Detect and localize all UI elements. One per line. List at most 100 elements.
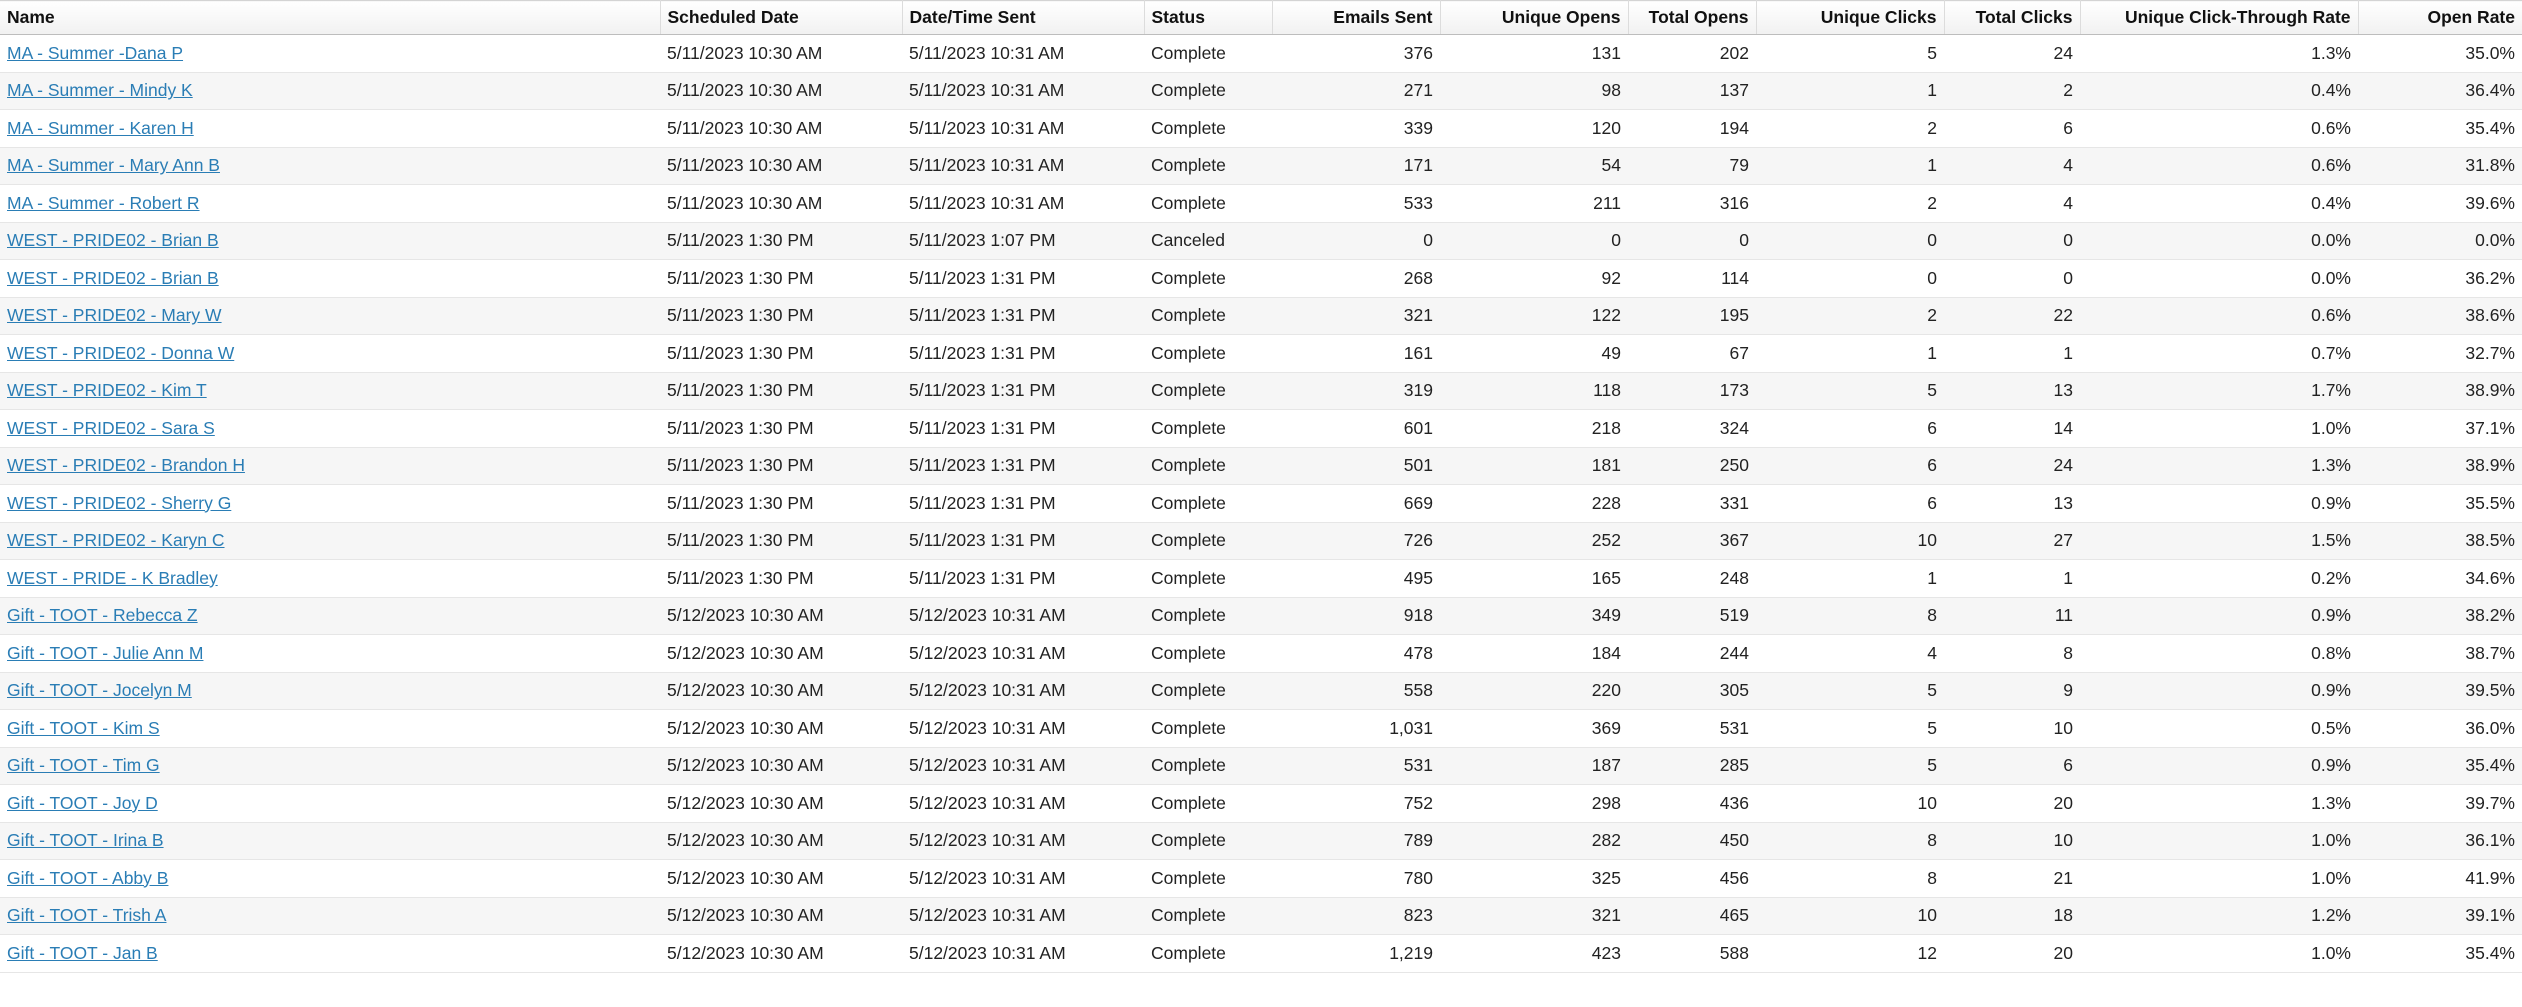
campaign-name-link[interactable]: MA - Summer - Mary Ann B bbox=[7, 155, 220, 175]
campaign-name-link[interactable]: WEST - PRIDE02 - Karyn C bbox=[7, 530, 225, 550]
cell-sent-at: 5/11/2023 1:31 PM bbox=[902, 297, 1144, 335]
cell-name: MA - Summer - Mary Ann B bbox=[0, 147, 660, 185]
cell-open-rate: 38.6% bbox=[2358, 297, 2522, 335]
campaign-name-link[interactable]: Gift - TOOT - Jan B bbox=[7, 943, 158, 963]
cell-unique-clicks: 10 bbox=[1756, 522, 1944, 560]
campaign-name-link[interactable]: WEST - PRIDE02 - Donna W bbox=[7, 343, 234, 363]
cell-open-rate: 39.5% bbox=[2358, 672, 2522, 710]
cell-open-rate: 36.2% bbox=[2358, 259, 2522, 298]
campaign-name-link[interactable]: WEST - PRIDE02 - Sherry G bbox=[7, 493, 231, 513]
cell-emails-sent: 376 bbox=[1272, 34, 1440, 73]
campaign-name-link[interactable]: WEST - PRIDE - K Bradley bbox=[7, 568, 218, 588]
cell-name: MA - Summer -Dana P bbox=[0, 34, 660, 73]
campaign-name-link[interactable]: WEST - PRIDE02 - Sara S bbox=[7, 418, 215, 438]
campaign-name-link[interactable]: Gift - TOOT - Irina B bbox=[7, 830, 164, 850]
column-header-total-clicks[interactable]: Total Clicks bbox=[1944, 0, 2081, 35]
cell-total-clicks: 24 bbox=[1944, 34, 2080, 73]
cell-scheduled: 5/11/2023 1:30 PM bbox=[660, 522, 902, 560]
campaign-name-link[interactable]: Gift - TOOT - Kim S bbox=[7, 718, 160, 738]
cell-emails-sent: 823 bbox=[1272, 897, 1440, 935]
cell-emails-sent: 171 bbox=[1272, 147, 1440, 185]
cell-unique-opens: 165 bbox=[1440, 559, 1628, 598]
campaign-name-link[interactable]: Gift - TOOT - Trish A bbox=[7, 905, 166, 925]
cell-name: MA - Summer - Mindy K bbox=[0, 72, 660, 110]
cell-unique-opens: 211 bbox=[1440, 184, 1628, 223]
campaign-name-link[interactable]: WEST - PRIDE02 - Brandon H bbox=[7, 455, 245, 475]
cell-total-clicks: 6 bbox=[1944, 109, 2080, 148]
cell-unique-opens: 369 bbox=[1440, 709, 1628, 748]
cell-uctr: 1.0% bbox=[2080, 934, 2358, 973]
table-row: WEST - PRIDE02 - Donna W 5/11/2023 1:30 P… bbox=[0, 334, 2522, 373]
campaign-name-link[interactable]: Gift - TOOT - Joy D bbox=[7, 793, 158, 813]
cell-scheduled: 5/11/2023 1:30 PM bbox=[660, 297, 902, 335]
table-row: Gift - TOOT - Jan B 5/12/2023 10:30 AM 5/1… bbox=[0, 934, 2522, 973]
cell-unique-clicks: 2 bbox=[1756, 297, 1944, 335]
campaign-name-link[interactable]: WEST - PRIDE02 - Kim T bbox=[7, 380, 207, 400]
cell-uctr: 1.3% bbox=[2080, 34, 2358, 73]
cell-unique-opens: 49 bbox=[1440, 334, 1628, 373]
campaign-name-link[interactable]: MA - Summer - Robert R bbox=[7, 193, 200, 213]
cell-uctr: 0.9% bbox=[2080, 747, 2358, 785]
cell-unique-opens: 118 bbox=[1440, 372, 1628, 410]
campaign-name-link[interactable]: MA - Summer - Mindy K bbox=[7, 80, 193, 100]
cell-status: Complete bbox=[1144, 934, 1272, 973]
column-header-sent-at[interactable]: Date/Time Sent bbox=[902, 0, 1145, 35]
cell-name: Gift - TOOT - Joy D bbox=[0, 784, 660, 823]
cell-scheduled: 5/12/2023 10:30 AM bbox=[660, 747, 902, 785]
column-header-unique-clicks[interactable]: Unique Clicks bbox=[1756, 0, 1945, 35]
cell-total-opens: 0 bbox=[1628, 222, 1756, 260]
column-header-open-rate[interactable]: Open Rate bbox=[2358, 0, 2522, 35]
campaign-name-link[interactable]: WEST - PRIDE02 - Brian B bbox=[7, 230, 219, 250]
cell-status: Complete bbox=[1144, 634, 1272, 673]
cell-unique-clicks: 5 bbox=[1756, 372, 1944, 410]
header-row: Name Scheduled Date Date/Time Sent Status Em… bbox=[0, 0, 2522, 35]
campaign-name-link[interactable]: Gift - TOOT - Rebecca Z bbox=[7, 605, 198, 625]
cell-unique-opens: 252 bbox=[1440, 522, 1628, 560]
cell-unique-clicks: 10 bbox=[1756, 897, 1944, 935]
campaign-name-link[interactable]: Gift - TOOT - Julie Ann M bbox=[7, 643, 203, 663]
column-header-name[interactable]: Name bbox=[0, 0, 661, 35]
cell-unique-clicks: 0 bbox=[1756, 259, 1944, 298]
campaign-name-link[interactable]: WEST - PRIDE02 - Brian B bbox=[7, 268, 219, 288]
campaign-name-link[interactable]: Gift - TOOT - Abby B bbox=[7, 868, 168, 888]
cell-emails-sent: 1,031 bbox=[1272, 709, 1440, 748]
column-header-emails-sent[interactable]: Emails Sent bbox=[1272, 0, 1441, 35]
column-header-total-opens[interactable]: Total Opens bbox=[1628, 0, 1757, 35]
column-header-status[interactable]: Status bbox=[1144, 0, 1273, 35]
cell-name: WEST - PRIDE02 - Kim T bbox=[0, 372, 660, 410]
cell-sent-at: 5/11/2023 1:07 PM bbox=[902, 222, 1144, 260]
cell-uctr: 1.2% bbox=[2080, 897, 2358, 935]
cell-status: Complete bbox=[1144, 447, 1272, 485]
cell-name: Gift - TOOT - Abby B bbox=[0, 859, 660, 898]
column-header-uctr[interactable]: Unique Click-Through Rate bbox=[2080, 0, 2359, 35]
cell-total-opens: 248 bbox=[1628, 559, 1756, 598]
campaign-name-link[interactable]: Gift - TOOT - Tim G bbox=[7, 755, 160, 775]
campaign-name-link[interactable]: MA - Summer -Dana P bbox=[7, 43, 183, 63]
cell-unique-opens: 181 bbox=[1440, 447, 1628, 485]
cell-emails-sent: 918 bbox=[1272, 597, 1440, 635]
cell-total-opens: 195 bbox=[1628, 297, 1756, 335]
cell-uctr: 0.4% bbox=[2080, 184, 2358, 223]
cell-name: WEST - PRIDE02 - Brian B bbox=[0, 259, 660, 298]
campaign-name-link[interactable]: MA - Summer - Karen H bbox=[7, 118, 194, 138]
cell-total-opens: 456 bbox=[1628, 859, 1756, 898]
cell-sent-at: 5/11/2023 1:31 PM bbox=[902, 559, 1144, 598]
cell-scheduled: 5/12/2023 10:30 AM bbox=[660, 597, 902, 635]
cell-total-clicks: 8 bbox=[1944, 634, 2080, 673]
cell-scheduled: 5/11/2023 1:30 PM bbox=[660, 259, 902, 298]
column-header-scheduled[interactable]: Scheduled Date bbox=[660, 0, 903, 35]
column-header-unique-opens[interactable]: Unique Opens bbox=[1440, 0, 1629, 35]
table-header: Name Scheduled Date Date/Time Sent Status Em… bbox=[0, 0, 2522, 35]
cell-sent-at: 5/12/2023 10:31 AM bbox=[902, 934, 1144, 973]
campaign-name-link[interactable]: WEST - PRIDE02 - Mary W bbox=[7, 305, 222, 325]
campaign-name-link[interactable]: Gift - TOOT - Jocelyn M bbox=[7, 680, 192, 700]
cell-name: Gift - TOOT - Julie Ann M bbox=[0, 634, 660, 673]
cell-unique-clicks: 1 bbox=[1756, 334, 1944, 373]
cell-status: Complete bbox=[1144, 747, 1272, 785]
cell-sent-at: 5/11/2023 1:31 PM bbox=[902, 409, 1144, 448]
cell-unique-clicks: 8 bbox=[1756, 822, 1944, 860]
cell-unique-opens: 187 bbox=[1440, 747, 1628, 785]
cell-unique-opens: 120 bbox=[1440, 109, 1628, 148]
cell-emails-sent: 1,219 bbox=[1272, 934, 1440, 973]
table-body: MA - Summer -Dana P 5/11/2023 10:30 AM 5/1… bbox=[0, 34, 2522, 973]
